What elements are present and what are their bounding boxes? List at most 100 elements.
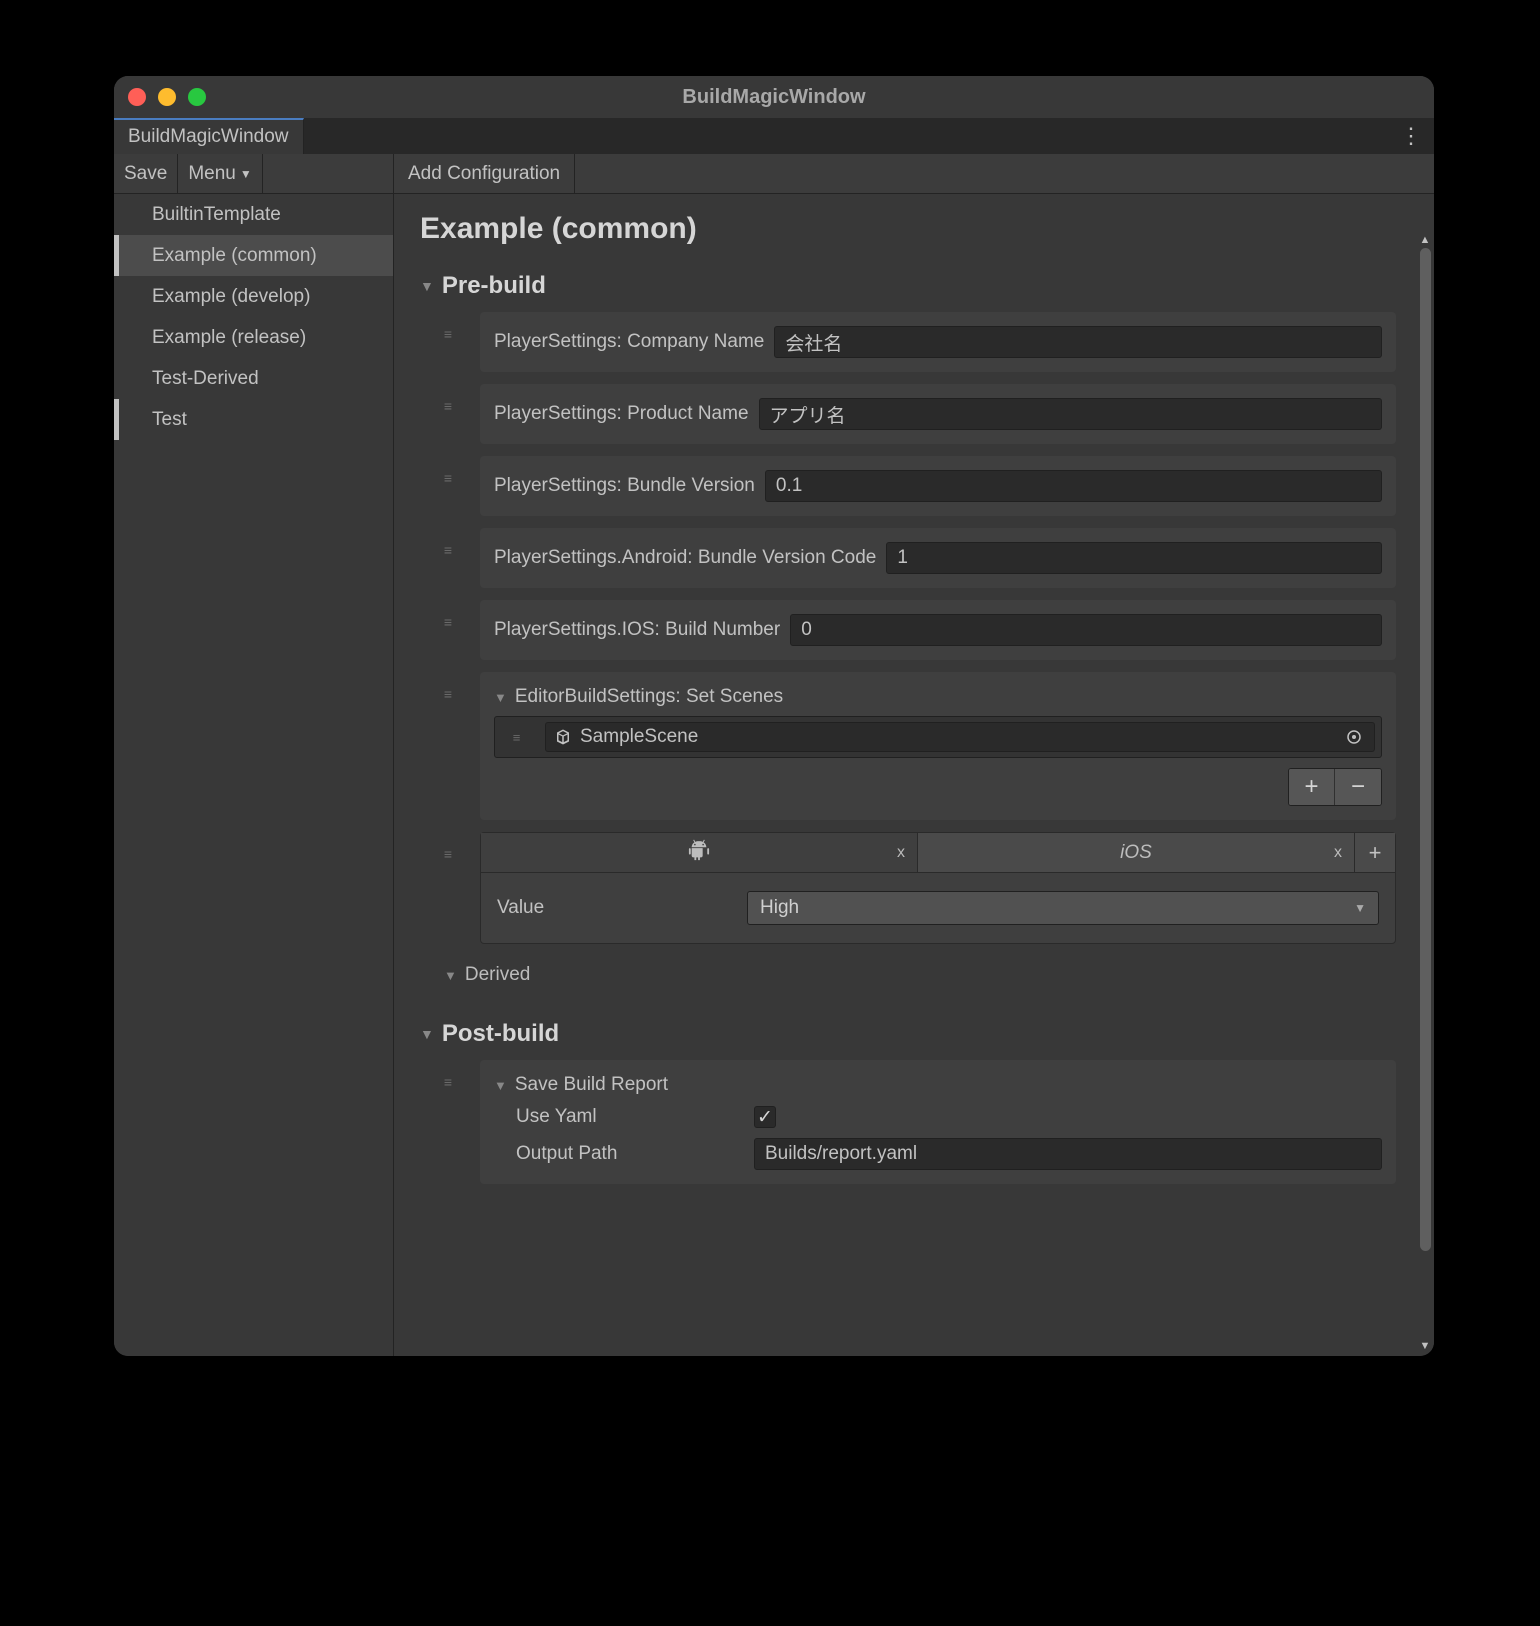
bundle-version-input[interactable] — [765, 470, 1382, 502]
drag-handle-icon[interactable]: ≡ — [420, 456, 480, 486]
ios-build-number-input[interactable] — [790, 614, 1382, 646]
field-label: PlayerSettings.Android: Bundle Version C… — [494, 547, 876, 569]
scene-list-item: ≡ SampleScene — [494, 716, 1382, 758]
triangle-down-icon: ▼ — [444, 968, 457, 983]
sidebar-item-builtintemplate[interactable]: BuiltinTemplate — [114, 194, 393, 235]
prebuild-label: Pre-build — [442, 272, 546, 300]
scene-remove-button[interactable]: − — [1335, 769, 1381, 805]
product-name-input[interactable] — [759, 398, 1382, 430]
derived-foldout[interactable]: ▼ Derived — [444, 964, 1396, 986]
menu-label: Menu — [188, 163, 236, 185]
triangle-down-icon: ▼ — [494, 690, 507, 705]
object-picker-icon[interactable] — [1342, 725, 1366, 749]
field-label: PlayerSettings.IOS: Build Number — [494, 619, 780, 641]
save-build-report-label: Save Build Report — [515, 1074, 668, 1096]
sidebar-item-label: Example (release) — [152, 327, 306, 349]
unity-scene-icon — [554, 728, 572, 746]
content-wrap: Example (common) ▼ Pre-build ≡ PlayerSet… — [394, 194, 1434, 1356]
scene-object-field[interactable]: SampleScene — [545, 722, 1375, 752]
drag-handle-icon[interactable]: ≡ — [501, 730, 535, 745]
use-yaml-checkbox[interactable]: ✓ — [754, 1106, 776, 1128]
window-minimize-button[interactable] — [158, 88, 176, 106]
page-title: Example (common) — [420, 212, 1396, 246]
tab-label: BuildMagicWindow — [128, 126, 289, 148]
platform-tab-ios[interactable]: iOS x — [918, 833, 1355, 872]
field-label: PlayerSettings: Company Name — [494, 331, 764, 353]
save-button[interactable]: Save — [114, 154, 177, 193]
value-dropdown[interactable]: High ▼ — [747, 891, 1379, 925]
field-save-build-report: ≡ ▼ Save Build Report Use Yaml ✓ — [420, 1060, 1396, 1184]
scene-add-button[interactable]: + — [1289, 769, 1335, 805]
android-icon — [688, 839, 710, 867]
output-path-input[interactable] — [754, 1138, 1382, 1170]
sidebar-item-example-develop[interactable]: Example (develop) — [114, 276, 393, 317]
field-bundle-version: ≡ PlayerSettings: Bundle Version — [420, 456, 1396, 516]
triangle-down-icon: ▼ — [420, 1026, 434, 1042]
platform-add-button[interactable]: + — [1355, 833, 1395, 872]
tab-options-button[interactable]: ⋮ — [1400, 123, 1422, 149]
sidebar-item-label: Example (develop) — [152, 286, 310, 308]
drag-handle-icon[interactable]: ≡ — [420, 600, 480, 630]
field-android-bvc: ≡ PlayerSettings.Android: Bundle Version… — [420, 528, 1396, 588]
field-ios-build-number: ≡ PlayerSettings.IOS: Build Number — [420, 600, 1396, 660]
sidebar-mark — [114, 235, 119, 276]
set-scenes-label: EditorBuildSettings: Set Scenes — [515, 686, 783, 708]
scrollbar[interactable]: ▲ ▼ — [1416, 194, 1434, 1356]
tab-row: BuildMagicWindow ⋮ — [114, 118, 1434, 154]
traffic-lights — [128, 88, 206, 106]
set-scenes-foldout[interactable]: ▼ EditorBuildSettings: Set Scenes — [494, 686, 1382, 708]
use-yaml-label: Use Yaml — [494, 1106, 744, 1128]
postbuild-foldout[interactable]: ▼ Post-build — [420, 1020, 1396, 1048]
content: Example (common) ▼ Pre-build ≡ PlayerSet… — [394, 194, 1416, 1356]
sidebar-mark — [114, 399, 119, 440]
company-name-input[interactable] — [774, 326, 1382, 358]
window-close-button[interactable] — [128, 88, 146, 106]
minus-icon: − — [1351, 773, 1365, 801]
field-company-name: ≡ PlayerSettings: Company Name — [420, 312, 1396, 372]
platform-tab-android[interactable]: x — [481, 833, 918, 872]
plus-icon: + — [1304, 773, 1318, 801]
drag-handle-icon[interactable]: ≡ — [420, 528, 480, 558]
sidebar-item-label: BuiltinTemplate — [152, 204, 281, 226]
tab-buildmagicwindow[interactable]: BuildMagicWindow — [114, 118, 304, 154]
drag-handle-icon[interactable]: ≡ — [420, 312, 480, 342]
triangle-down-icon: ▼ — [494, 1078, 507, 1093]
add-configuration-button[interactable]: Add Configuration — [394, 154, 575, 193]
drag-handle-icon[interactable]: ≡ — [420, 384, 480, 414]
scrollbar-thumb[interactable] — [1420, 248, 1431, 1251]
android-bvc-input[interactable] — [886, 542, 1382, 574]
value-label: Value — [497, 897, 727, 919]
sidebar-item-example-release[interactable]: Example (release) — [114, 317, 393, 358]
drag-handle-icon[interactable]: ≡ — [420, 672, 480, 702]
titlebar: BuildMagicWindow — [114, 76, 1434, 118]
scroll-down-icon[interactable]: ▼ — [1419, 1340, 1431, 1352]
add-configuration-label: Add Configuration — [408, 163, 560, 185]
window-zoom-button[interactable] — [188, 88, 206, 106]
output-path-label: Output Path — [494, 1143, 744, 1165]
platform-tabs: x iOS x + — [481, 833, 1395, 873]
derived-label: Derived — [465, 964, 530, 986]
scrollbar-track[interactable] — [1420, 248, 1431, 1338]
sidebar-item-label: Test-Derived — [152, 368, 259, 390]
drag-handle-icon[interactable]: ≡ — [420, 1060, 480, 1090]
check-icon: ✓ — [757, 1106, 773, 1129]
menu-dropdown[interactable]: Menu ▼ — [177, 154, 262, 193]
save-build-report-foldout[interactable]: ▼ Save Build Report — [494, 1074, 1382, 1096]
sidebar-item-test[interactable]: Test — [114, 399, 393, 440]
chevron-down-icon: ▼ — [240, 167, 252, 181]
tab-close-icon[interactable]: x — [1334, 844, 1342, 862]
sidebar-item-example-common[interactable]: Example (common) — [114, 235, 393, 276]
dropdown-selected: High — [760, 897, 799, 919]
sidebar-item-label: Example (common) — [152, 245, 317, 267]
body: BuiltinTemplate Example (common) Example… — [114, 194, 1434, 1356]
field-platform-value: ≡ x — [420, 832, 1396, 944]
toolbar-right: Add Configuration — [394, 154, 1434, 193]
scroll-up-icon[interactable]: ▲ — [1419, 234, 1431, 246]
scene-list-buttons: + − — [494, 768, 1382, 806]
prebuild-foldout[interactable]: ▼ Pre-build — [420, 272, 1396, 300]
postbuild-rows: ≡ ▼ Save Build Report Use Yaml ✓ — [420, 1060, 1396, 1184]
tab-close-icon[interactable]: x — [897, 844, 905, 862]
drag-handle-icon[interactable]: ≡ — [420, 832, 480, 862]
sidebar-item-test-derived[interactable]: Test-Derived — [114, 358, 393, 399]
field-product-name: ≡ PlayerSettings: Product Name — [420, 384, 1396, 444]
